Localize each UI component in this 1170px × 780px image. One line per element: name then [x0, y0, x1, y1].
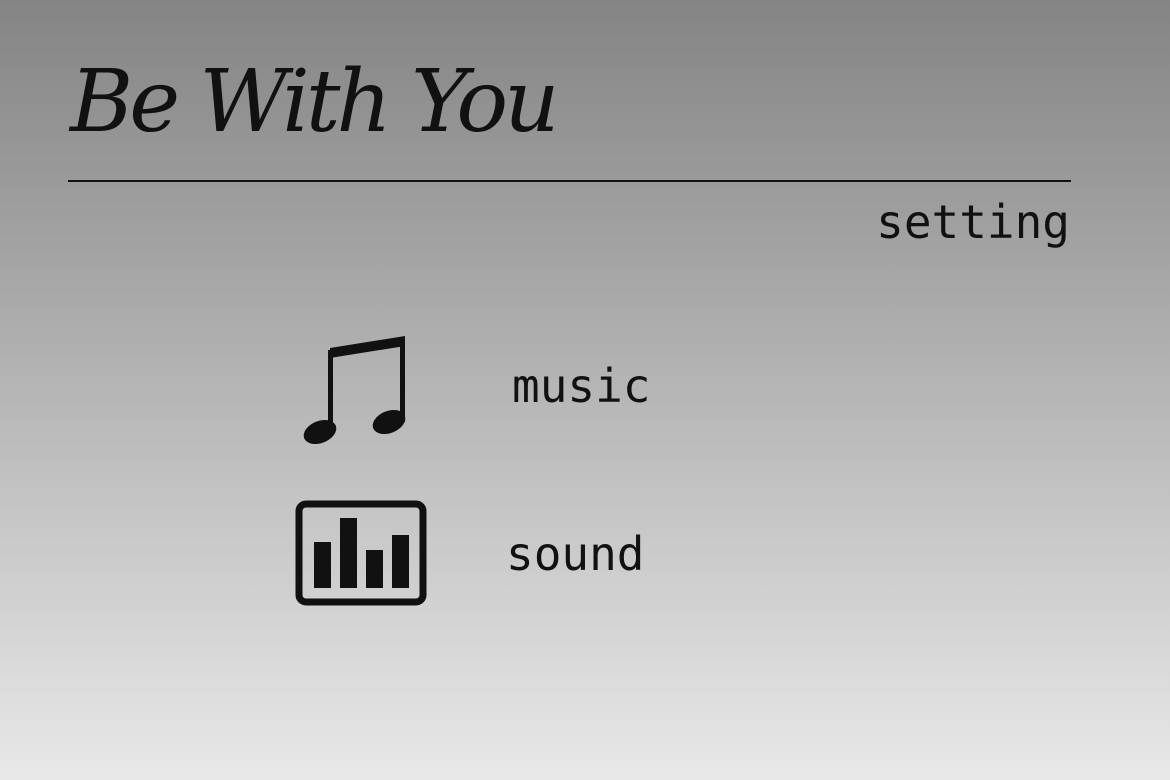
equalizer-icon	[290, 496, 430, 616]
music-note-icon	[290, 328, 430, 448]
music-label: music	[512, 359, 651, 413]
app-title: Be With You	[70, 52, 560, 152]
header-divider	[68, 180, 1071, 182]
page-subtitle: setting	[876, 195, 1070, 249]
music-setting-item[interactable]: music	[290, 328, 710, 448]
sound-label: sound	[506, 527, 645, 581]
sound-setting-item[interactable]: sound	[290, 496, 710, 616]
